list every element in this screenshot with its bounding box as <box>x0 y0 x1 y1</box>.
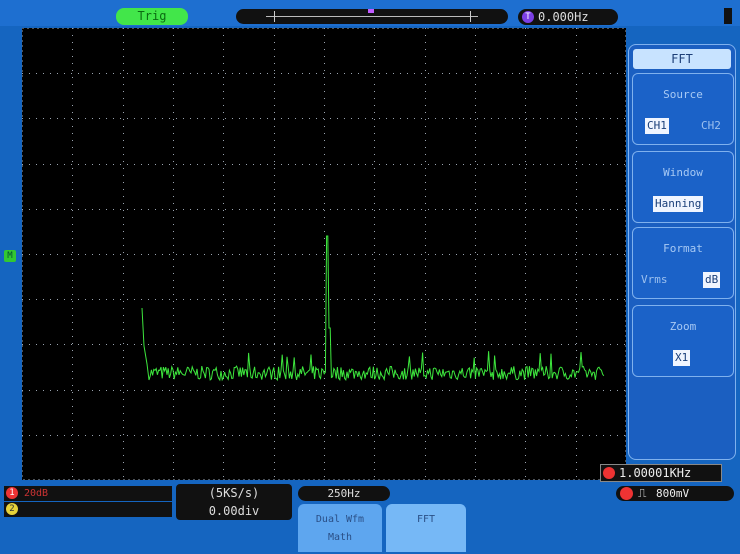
oscilloscope-display: Trig T 0.000Hz M FFT Source CH1 CH2 Wind… <box>0 0 740 554</box>
memory-track <box>266 16 478 17</box>
zoom-title: Zoom <box>669 320 697 333</box>
format-title: Format <box>663 242 703 255</box>
format-menu-item[interactable]: Format Vrms dB <box>632 227 734 299</box>
tab-dual-wfm-label: Dual Wfm <box>315 514 365 525</box>
status-bar-top: Trig T 0.000Hz <box>0 0 740 26</box>
tab-dual-wfm-math[interactable]: Dual Wfm Math <box>298 504 382 552</box>
tab-math-label: Math <box>327 532 353 543</box>
cursor-frequency-value: 1.00001KHz <box>619 466 692 480</box>
source-option-ch1[interactable]: CH1 <box>645 118 669 134</box>
format-option-db[interactable]: dB <box>703 272 721 288</box>
source-title: Source <box>663 88 703 101</box>
memory-position-bar[interactable] <box>236 9 508 24</box>
tab-fft[interactable]: FFT <box>386 504 466 552</box>
source-menu-item[interactable]: Source CH1 CH2 <box>632 73 734 145</box>
format-option-vrms[interactable]: Vrms <box>639 272 670 288</box>
timebase-readout: (5KS/s) 0.00div <box>176 484 292 520</box>
trigger-level-value: 800mV <box>656 487 690 500</box>
trigger-channel-icon: T <box>522 11 534 23</box>
fft-menu: FFT Source CH1 CH2 Window Hanning Format… <box>628 44 736 460</box>
horizontal-offset: 0.00div <box>208 504 260 518</box>
trigger-level-readout: ⎍ 800mV <box>616 486 734 501</box>
tab-fft-label: FFT <box>416 514 436 525</box>
channel-1-icon <box>603 467 615 479</box>
trigger-source-icon <box>620 487 633 500</box>
channel-1-status[interactable]: 1 20dB <box>4 486 172 501</box>
fft-menu-title: FFT <box>633 49 731 69</box>
zoom-menu-item[interactable]: Zoom X1 <box>632 305 734 377</box>
sample-rate: (5KS/s) <box>208 486 260 500</box>
window-menu-item[interactable]: Window Hanning <box>632 151 734 223</box>
source-option-ch2[interactable]: CH2 <box>699 118 723 134</box>
window-title: Window <box>663 166 703 179</box>
rising-edge-icon: ⎍ <box>638 486 647 500</box>
run-status-icon <box>724 8 732 24</box>
channel-2-marker: 2 <box>6 503 18 515</box>
waveform-grid <box>22 28 626 480</box>
trigger-frequency-readout: T 0.000Hz <box>518 9 618 25</box>
window-value: Hanning <box>653 196 704 212</box>
trigger-status-badge: Trig <box>116 8 188 25</box>
zoom-value: X1 <box>673 350 691 366</box>
grid-lines <box>22 28 626 480</box>
channel-1-marker: 1 <box>6 487 18 499</box>
memory-window-left <box>274 11 275 22</box>
trigger-position-marker <box>368 9 374 13</box>
math-channel-marker: M <box>4 250 16 262</box>
trigger-frequency-value: 0.000Hz <box>538 10 589 24</box>
frequency-per-division: 250Hz <box>298 486 390 501</box>
fft-spectrum-trace <box>141 235 605 382</box>
channel-1-scale: 20dB <box>24 488 49 499</box>
channel-2-status[interactable]: 2 <box>4 502 172 517</box>
waveform-screen <box>22 28 626 480</box>
cursor-frequency-readout: 1.00001KHz <box>600 464 722 482</box>
memory-window-right <box>470 11 471 22</box>
